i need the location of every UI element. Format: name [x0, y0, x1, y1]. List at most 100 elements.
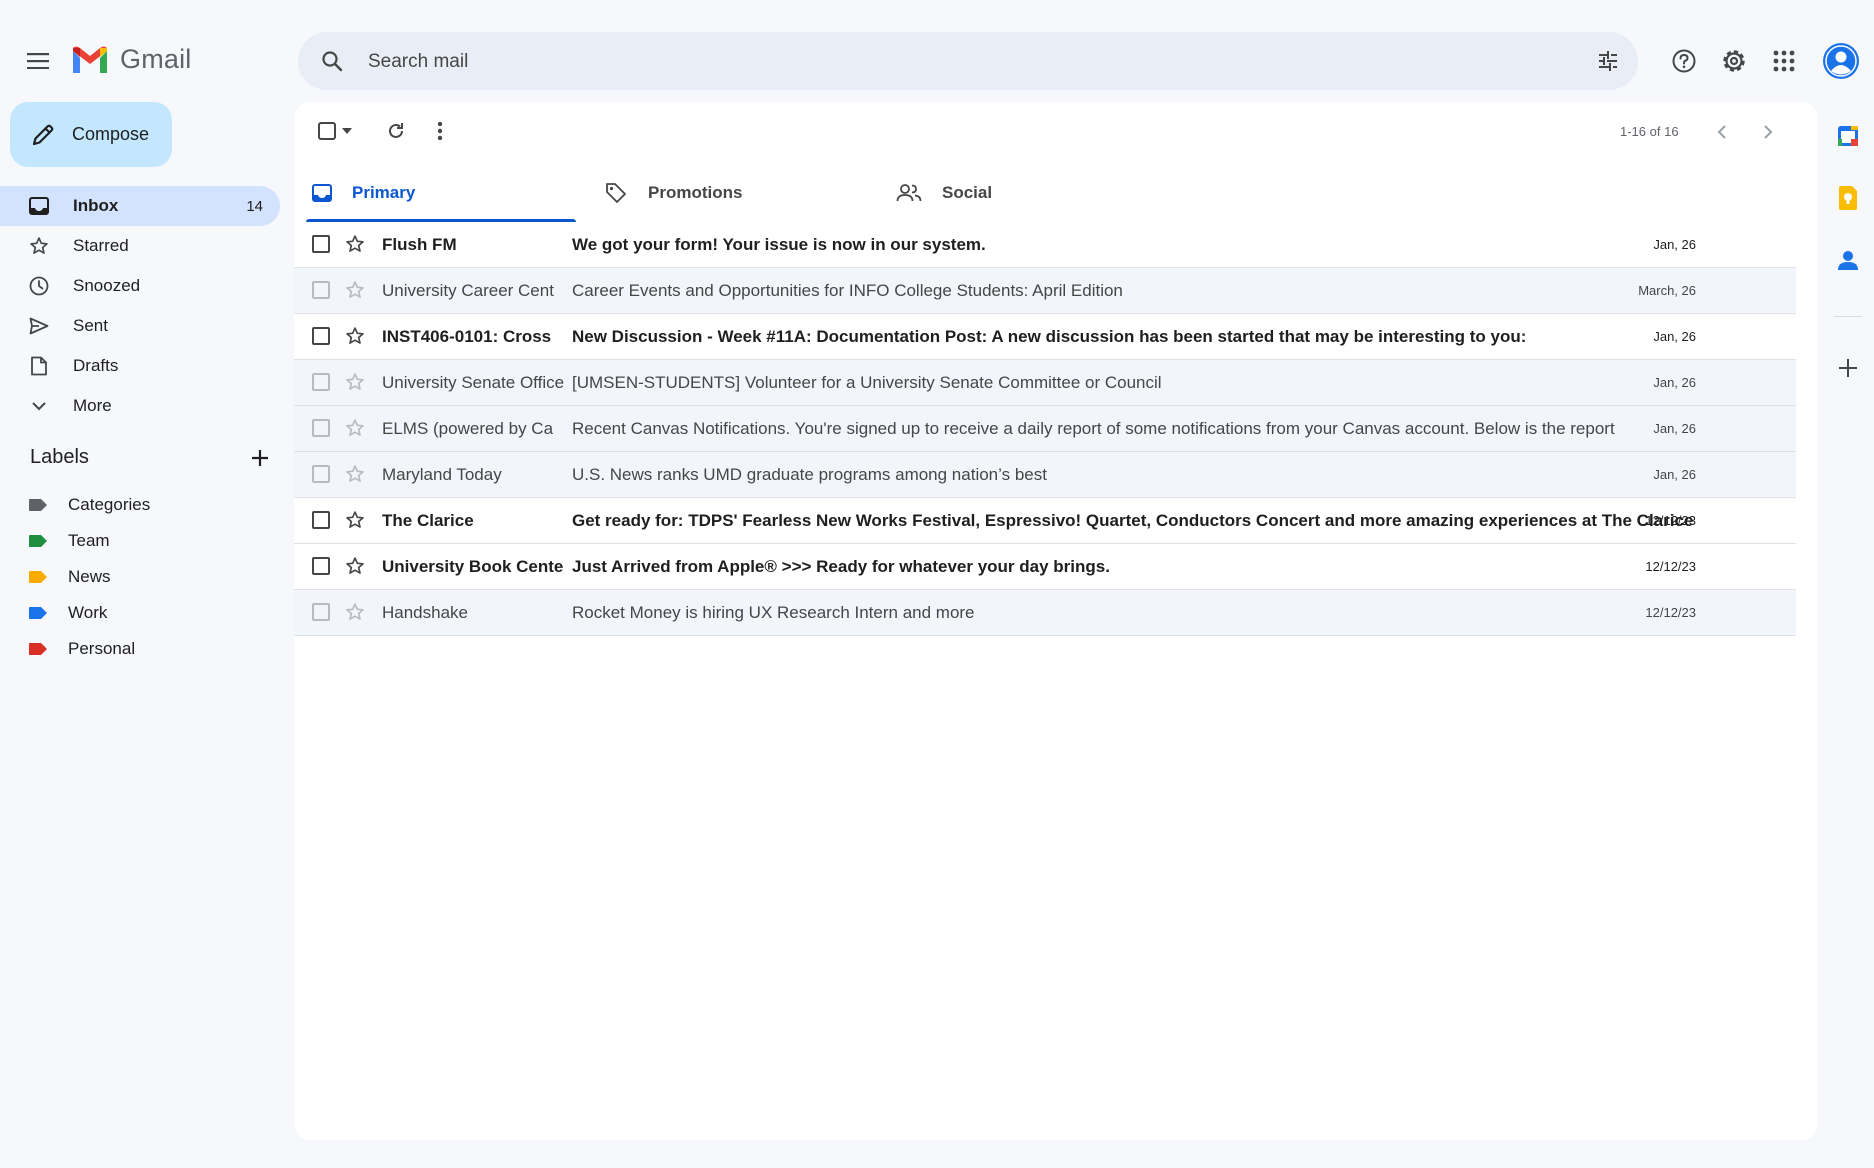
sidebar-item-label: More — [73, 396, 112, 415]
more-actions-button[interactable] — [426, 117, 454, 145]
row-checkbox[interactable] — [312, 373, 330, 391]
sidebar-item-inbox[interactable]: Inbox 14 — [0, 186, 280, 226]
label-name: Categories — [68, 495, 151, 514]
avatar-icon — [1823, 43, 1859, 79]
create-label-button[interactable] — [250, 448, 270, 468]
star-toggle-icon[interactable] — [345, 372, 365, 392]
keep-icon — [1837, 186, 1859, 210]
label-tag-icon — [28, 642, 48, 656]
label-item-news[interactable]: News — [28, 559, 111, 595]
calendar-app-button[interactable] — [1832, 120, 1864, 152]
email-row[interactable]: University Senate Office [UMSEN-STUDENTS]… — [294, 360, 1796, 406]
email-date: 12/12/23 — [1645, 513, 1696, 528]
sidebar-item-sent[interactable]: Sent — [0, 306, 280, 346]
send-icon — [28, 317, 50, 335]
label-item-team[interactable]: Team — [28, 523, 110, 559]
older-button[interactable] — [1756, 118, 1780, 146]
label-tag-icon — [28, 498, 48, 512]
checkbox-icon — [318, 122, 336, 140]
keep-app-button[interactable] — [1832, 182, 1864, 214]
row-checkbox[interactable] — [312, 281, 330, 299]
tab-promotions[interactable]: Promotions — [604, 164, 742, 222]
label-tag-icon — [28, 570, 48, 584]
settings-button[interactable] — [1714, 41, 1754, 81]
tab-primary[interactable]: Primary — [306, 164, 576, 222]
sidebar-item-drafts[interactable]: Drafts — [0, 346, 280, 386]
pencil-icon — [30, 122, 56, 148]
search-bar[interactable] — [298, 32, 1638, 90]
app-name: Gmail — [120, 44, 192, 74]
email-row[interactable]: Maryland Today U.S. News ranks UMD gradua… — [294, 452, 1796, 498]
label-name: News — [68, 567, 111, 586]
draft-icon — [28, 356, 50, 376]
account-avatar[interactable] — [1822, 42, 1860, 80]
select-all-dropdown[interactable] — [314, 119, 356, 143]
search-input[interactable] — [366, 42, 1550, 82]
clock-icon — [28, 276, 50, 296]
star-toggle-icon[interactable] — [345, 464, 365, 484]
sidebar-item-label: Snoozed — [73, 276, 141, 295]
row-checkbox[interactable] — [312, 235, 330, 253]
sidebar-item-label: Sent — [73, 316, 108, 335]
email-row[interactable]: Handshake Rocket Money is hiring UX Resea… — [294, 590, 1796, 636]
row-checkbox[interactable] — [312, 603, 330, 621]
row-checkbox[interactable] — [312, 465, 330, 483]
star-toggle-icon[interactable] — [345, 234, 365, 254]
label-item-work[interactable]: Work — [28, 595, 107, 631]
help-icon — [1671, 48, 1697, 74]
row-checkbox[interactable] — [312, 419, 330, 437]
gmail-m-icon — [70, 45, 110, 75]
email-row[interactable]: Flush FM We got your form! Your issue is … — [294, 222, 1796, 268]
search-icon[interactable] — [320, 49, 344, 73]
star-toggle-icon[interactable] — [345, 418, 365, 438]
labels-title: Labels — [30, 446, 89, 468]
row-checkbox[interactable] — [312, 557, 330, 575]
search-options-icon[interactable] — [1596, 49, 1620, 73]
plus-icon — [252, 449, 268, 466]
email-row[interactable]: INST406-0101: Cross New Discussion - Week… — [294, 314, 1796, 360]
sidebar-item-more[interactable]: More — [0, 386, 280, 426]
contacts-app-button[interactable] — [1832, 244, 1864, 276]
calendar-icon — [1837, 125, 1859, 147]
email-row[interactable]: ELMS (powered by Ca Recent Canvas Notific… — [294, 406, 1796, 452]
star-toggle-icon[interactable] — [345, 280, 365, 300]
refresh-button[interactable] — [382, 117, 410, 145]
main-menu-button[interactable] — [20, 43, 56, 79]
star-toggle-icon[interactable] — [345, 556, 365, 576]
inbox-icon — [28, 197, 50, 215]
compose-label: Compose — [72, 124, 150, 144]
compose-button[interactable]: Compose — [10, 102, 172, 167]
hamburger-icon — [27, 53, 49, 69]
sidebar-item-snoozed[interactable]: Snoozed — [0, 266, 280, 306]
tab-social[interactable]: Social — [896, 164, 992, 222]
chevron-left-icon — [1717, 124, 1727, 140]
label-item-personal[interactable]: Personal — [28, 631, 135, 667]
row-checkbox[interactable] — [312, 327, 330, 345]
email-date: Jan, 26 — [1653, 329, 1696, 344]
label-item-categories[interactable]: Categories — [28, 487, 150, 523]
get-addons-button[interactable] — [1832, 352, 1864, 384]
sidebar-item-starred[interactable]: Starred — [0, 226, 280, 266]
row-checkbox[interactable] — [312, 511, 330, 529]
email-sender: University Career Cent — [382, 280, 554, 300]
email-sender: University Senate Office — [382, 372, 564, 392]
sidebar-item-label: Inbox — [73, 196, 119, 215]
star-toggle-icon[interactable] — [345, 510, 365, 530]
email-row[interactable]: University Career Cent Career Events and … — [294, 268, 1796, 314]
google-apps-button[interactable] — [1764, 41, 1804, 81]
chevron-down-icon — [28, 401, 50, 411]
sidebar-nav: Inbox 14 Starred Snoozed Sent Drafts Mor… — [0, 186, 280, 426]
email-row[interactable]: The Clarice Get ready for: TDPS' Fearles… — [294, 498, 1796, 544]
apps-grid-icon — [1773, 50, 1795, 72]
email-row[interactable]: University Book Center Just Arrived from … — [294, 544, 1796, 590]
gmail-logo[interactable]: Gmail — [70, 44, 192, 75]
email-date: Jan, 26 — [1653, 237, 1696, 252]
star-toggle-icon[interactable] — [345, 602, 365, 622]
support-button[interactable] — [1664, 41, 1704, 81]
tab-label: Promotions — [648, 183, 743, 202]
chevron-right-icon — [1763, 124, 1773, 140]
newer-button[interactable] — [1710, 118, 1734, 146]
email-date: Jan, 26 — [1653, 421, 1696, 436]
star-toggle-icon[interactable] — [345, 326, 365, 346]
sidebar-item-label: Starred — [73, 236, 129, 255]
